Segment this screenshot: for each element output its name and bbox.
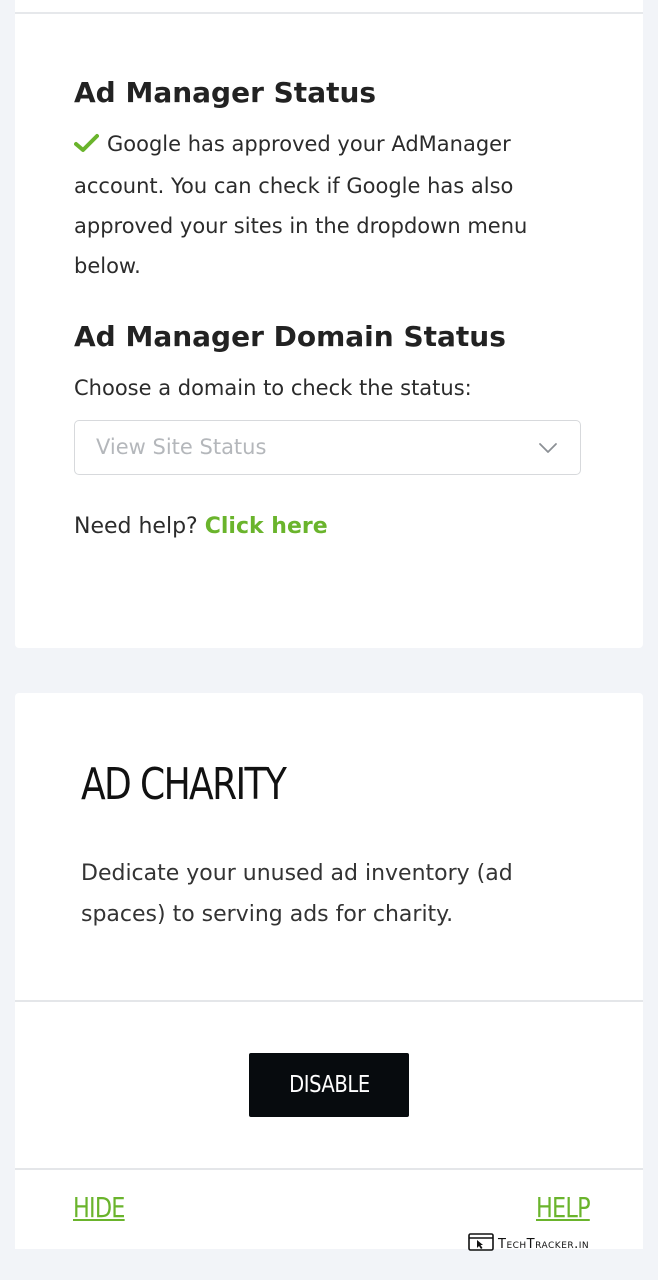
chevron-down-icon [538, 440, 558, 459]
ad-charity-title: AD CHARITY [81, 759, 287, 810]
domain-status-heading: Ad Manager Domain Status [74, 320, 506, 353]
help-prefix: Need help? [74, 514, 198, 539]
click-here-link[interactable]: Click here [205, 514, 328, 539]
hide-link[interactable]: HIDE [73, 1191, 125, 1224]
ad-charity-description: Dedicate your unused ad inventory (ad sp… [81, 861, 513, 927]
top-divider [15, 12, 643, 14]
help-link[interactable]: HELP [536, 1191, 591, 1224]
dropdown-value: View Site Status [96, 435, 267, 459]
checkmark-icon [74, 126, 99, 166]
disable-button[interactable]: DISABLE [249, 1053, 409, 1117]
site-status-dropdown[interactable]: View Site Status [74, 420, 581, 475]
disable-button-label: DISABLE [288, 1072, 370, 1098]
help-line: Need help? Click here [74, 514, 328, 539]
browser-cursor-icon [468, 1233, 494, 1255]
watermark-text: TechTracker.in [498, 1236, 590, 1252]
ad-charity-card: AD CHARITY Dedicate your unused ad inven… [15, 693, 643, 1249]
ad-manager-status-text: Google has approved your AdManager accou… [74, 124, 574, 286]
ad-manager-card: Ad Manager Status Google has approved yo… [15, 0, 643, 648]
status-message: Google has approved your AdManager accou… [74, 132, 528, 278]
section-divider [15, 1000, 643, 1002]
domain-prompt: Choose a domain to check the status: [74, 376, 472, 400]
footer-divider [15, 1168, 643, 1170]
watermark: TechTracker.in [468, 1233, 589, 1255]
ad-manager-status-heading: Ad Manager Status [74, 76, 377, 109]
